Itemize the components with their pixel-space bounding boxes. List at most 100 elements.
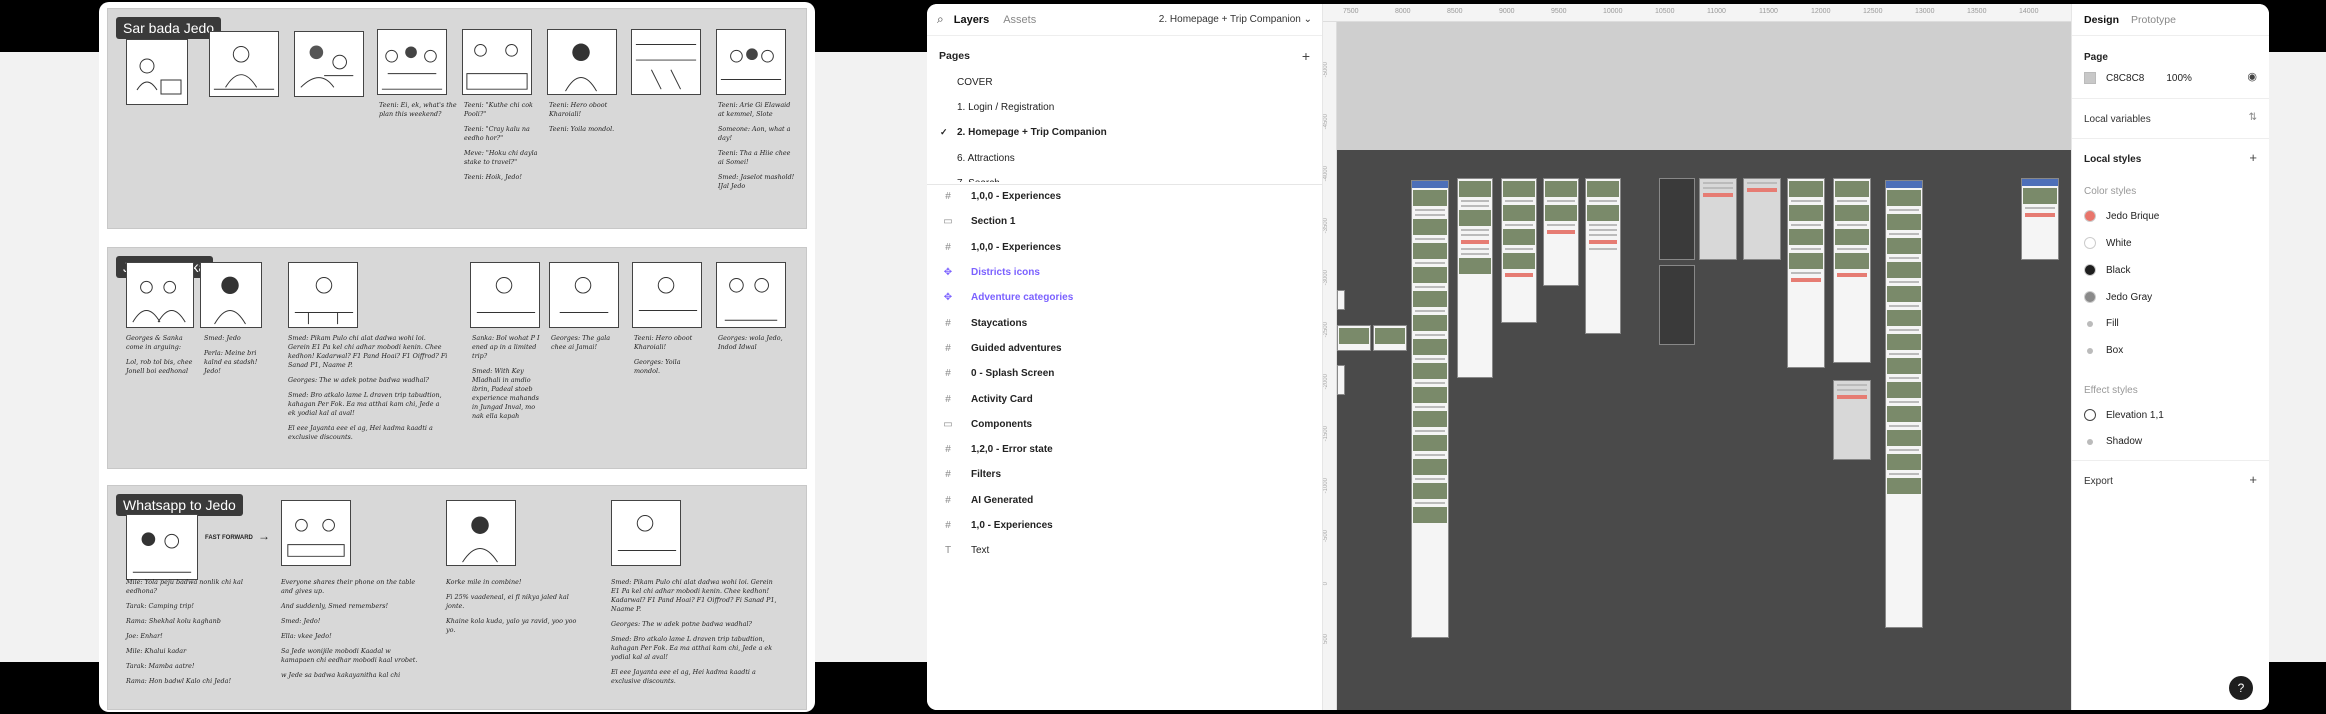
variables-icon[interactable]: ⇅ — [2249, 112, 2257, 123]
layer-item[interactable]: #1,0 - Experiences — [927, 513, 1322, 538]
page-color-row[interactable]: C8C8C8 100% — [2084, 72, 2192, 84]
frame-thumbnail[interactable] — [1787, 178, 1825, 368]
frame-thumbnail[interactable] — [1543, 178, 1579, 286]
canvas[interactable]: 7500 8000 8500 9000 9500 10000 10500 11000 11500… — [1323, 4, 2071, 710]
frame-thumbnail[interactable] — [1337, 365, 1345, 395]
sketch-panel — [126, 262, 194, 328]
frame-thumbnail[interactable] — [1457, 178, 1493, 378]
page-item[interactable]: 6. Attractions — [927, 146, 1322, 171]
search-icon[interactable]: ⌕ — [937, 12, 944, 27]
frame-content — [1791, 272, 1821, 274]
color-style-label: Jedo Brique — [2106, 210, 2160, 222]
layer-item[interactable]: ▭ Section 1 — [927, 209, 1322, 234]
frame-thumbnail[interactable] — [1833, 380, 1871, 460]
page-item-label: 2. Homepage + Trip Companion — [957, 127, 1107, 139]
layer-item[interactable]: # Staycations — [927, 310, 1322, 335]
frame-content — [1889, 329, 1919, 331]
tab-assets[interactable]: Assets — [1003, 14, 1036, 26]
help-button[interactable]: ? — [2229, 676, 2253, 700]
effect-style-item[interactable]: Elevation 1,1 — [2084, 409, 2164, 421]
frame-thumbnail[interactable] — [1885, 180, 1923, 628]
layer-item[interactable]: # Guided adventures — [927, 336, 1322, 361]
layer-item[interactable]: #0 - Splash Screen — [927, 361, 1322, 386]
layer-item[interactable]: ▭ Components — [927, 412, 1322, 437]
color-style-item[interactable]: Box — [2084, 345, 2123, 356]
layer-item[interactable]: # Filters — [927, 462, 1322, 487]
caption: Teeni: Arie Gi Elawaid at kemmel, Slote S… — [718, 101, 795, 190]
color-swatch — [2087, 320, 2093, 327]
frame-thumbnail[interactable] — [1501, 178, 1537, 323]
frame-content — [1589, 224, 1617, 226]
local-variables-link[interactable]: Local variables — [2084, 114, 2151, 125]
color-swatch[interactable] — [2084, 72, 2096, 84]
frame-content — [1412, 181, 1448, 188]
frame-thumbnail[interactable] — [1337, 325, 1371, 351]
sketch-panel — [126, 39, 188, 105]
frame-thumbnail[interactable] — [1659, 265, 1695, 345]
current-page-selector[interactable]: 2. Homepage + Trip Companion ⌄ — [1159, 14, 1312, 25]
frame-content — [1887, 430, 1921, 446]
color-style-item[interactable]: Jedo Brique — [2084, 210, 2159, 222]
page-color-value[interactable]: C8C8C8 — [2106, 73, 2144, 84]
tab-prototype[interactable]: Prototype — [2131, 14, 2176, 26]
page-item-label: 7. Search — [957, 178, 1000, 182]
layer-item[interactable]: # AI Generated — [927, 488, 1322, 513]
sketch-panel — [470, 262, 540, 328]
effect-style-label: Shadow — [2106, 436, 2143, 447]
tab-layers[interactable]: Layers — [954, 14, 989, 26]
frame-content — [1837, 200, 1867, 202]
frame-content — [1415, 310, 1445, 312]
text-icon: T — [944, 545, 952, 557]
tab-design[interactable]: Design — [2084, 14, 2119, 26]
frame-content — [1413, 243, 1447, 259]
layer-item[interactable]: ✥ Districts icons — [927, 260, 1322, 285]
effect-icon — [2084, 409, 2096, 421]
layer-item[interactable]: ✥ Adventure categories — [927, 285, 1322, 310]
layer-item-label: Adventure categories — [971, 292, 1074, 304]
add-export-icon[interactable]: + — [2249, 472, 2257, 487]
effect-style-label: Elevation 1,1 — [2106, 409, 2164, 421]
page-item[interactable]: 7. Search — [927, 171, 1322, 182]
frame-thumbnail[interactable] — [2021, 178, 2059, 260]
frame-content — [1887, 382, 1921, 398]
effect-style-item[interactable]: Shadow — [2084, 436, 2142, 447]
frame-thumbnail[interactable] — [1373, 325, 1407, 351]
divider — [2072, 98, 2269, 99]
layer-item[interactable]: # Activity Card — [927, 386, 1322, 411]
frame-thumbnail[interactable] — [1411, 180, 1449, 638]
add-page-icon[interactable]: + — [1302, 48, 1310, 64]
frame-thumbnail[interactable] — [1743, 178, 1781, 260]
color-style-item[interactable]: Jedo Gray — [2084, 291, 2152, 303]
color-style-item[interactable]: Fill — [2084, 318, 2119, 329]
layer-item[interactable]: #1,0,0 - Experiences — [927, 184, 1322, 209]
frame-content — [1461, 253, 1489, 255]
frame-content — [1835, 181, 1869, 197]
component-icon: ✥ — [943, 292, 953, 304]
frame-thumbnail[interactable] — [1337, 290, 1345, 310]
frame-content — [1889, 449, 1919, 451]
color-style-label: Black — [2106, 264, 2131, 276]
frame-thumbnail[interactable] — [1699, 178, 1737, 260]
frame-thumbnail[interactable] — [1659, 178, 1695, 260]
layer-item[interactable]: #1,0,0 - Experiences — [927, 235, 1322, 260]
eye-icon[interactable]: ◉ — [2247, 70, 2257, 83]
frame-thumbnail[interactable] — [1833, 178, 1871, 363]
frame-content — [1547, 224, 1575, 226]
frame-icon: # — [945, 368, 951, 380]
ruler-tick: -1500 — [1323, 426, 1329, 442]
color-style-item[interactable]: Black — [2084, 264, 2130, 276]
frame-content — [1589, 229, 1617, 231]
frame-content — [1415, 406, 1445, 408]
page-item[interactable]: COVER — [927, 70, 1322, 95]
sketch-panel — [611, 500, 681, 566]
page-opacity-value[interactable]: 100% — [2166, 73, 2192, 84]
layer-item[interactable]: #1,2,0 - Error state — [927, 437, 1322, 462]
page-item[interactable]: ✓ 2. Homepage + Trip Companion — [927, 120, 1322, 145]
page-item[interactable]: 1. Login / Registration — [927, 95, 1322, 120]
layer-item[interactable]: T Text — [927, 538, 1322, 563]
frame-thumbnail[interactable] — [1585, 178, 1621, 334]
section-frame[interactable] — [1337, 150, 2071, 710]
add-style-icon[interactable]: + — [2249, 150, 2257, 165]
color-style-item[interactable]: White — [2084, 237, 2132, 249]
frame-content — [1587, 181, 1619, 197]
